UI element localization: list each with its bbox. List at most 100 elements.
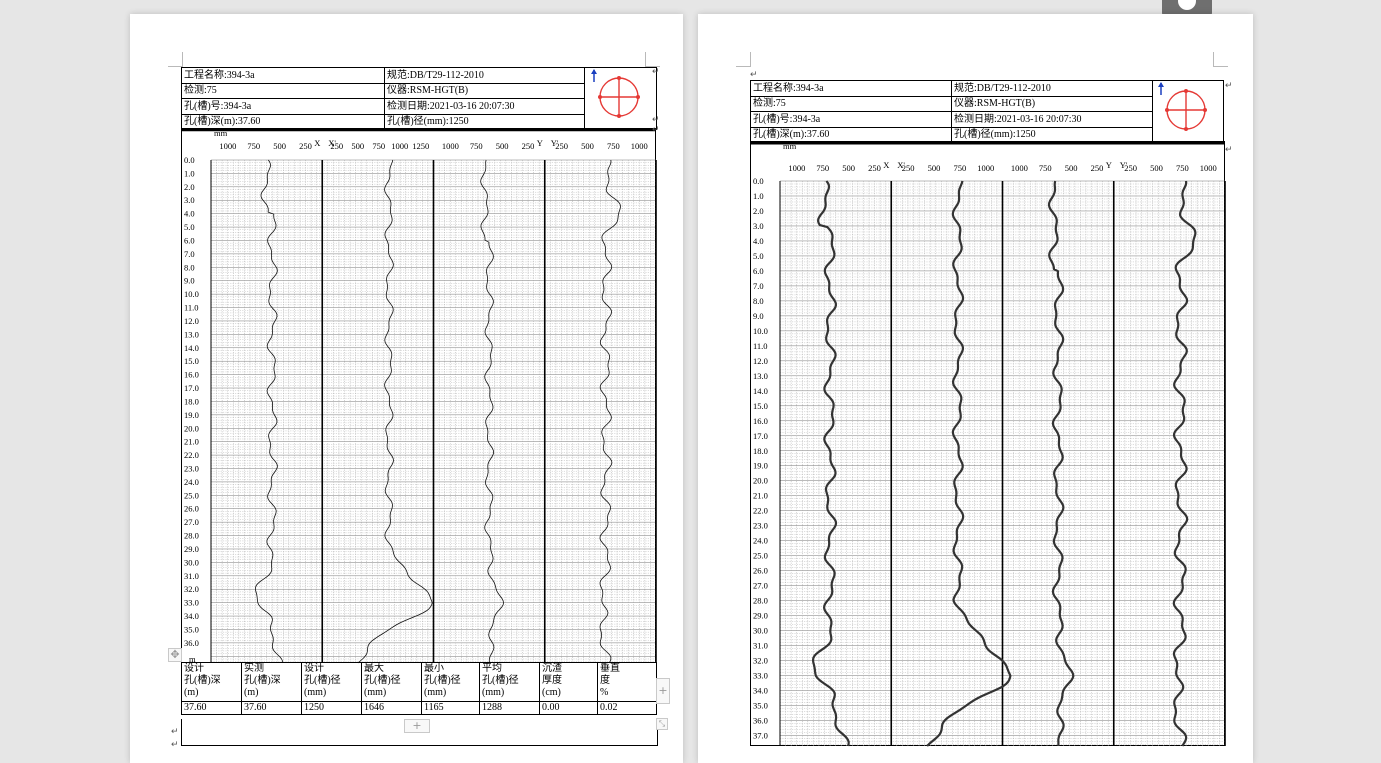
top-tick-label: 750 [607, 141, 620, 151]
top-tick-label: 750 [1039, 163, 1052, 173]
depth-label: 29.0 [184, 544, 199, 554]
compass-cell [584, 67, 657, 130]
top-tick-label: 500 [928, 163, 941, 173]
depth-label: 33.0 [184, 598, 199, 608]
depth-label: 30.0 [184, 557, 199, 567]
crop-mark [1213, 52, 1228, 67]
summary-header-3: 最大 孔(槽)径 (mm) [361, 662, 422, 702]
summary-header-line: (m) [184, 687, 199, 698]
compass-icon [1158, 82, 1207, 131]
depth-label: 12.0 [184, 316, 199, 326]
axis-letter-X: X [314, 138, 320, 148]
summary-header-line: % [600, 687, 609, 698]
depth-label: 2.0 [753, 206, 764, 216]
summary-header-line: 孔(槽)径 [482, 675, 519, 686]
depth-label: 19.0 [753, 461, 768, 471]
top-tick-label: 250 [1091, 163, 1104, 173]
depth-label: 23.0 [753, 521, 768, 531]
summary-value-4: 1165 [421, 701, 480, 715]
depth-label: 35.0 [184, 624, 199, 634]
wall-trace-3 [599, 159, 621, 664]
depth-label: 24.0 [184, 477, 199, 487]
paragraph-mark: ↵ [171, 726, 179, 736]
depth-label: 5.0 [184, 222, 195, 232]
depth-label: 7.0 [753, 281, 764, 291]
depth-label: 18.0 [753, 446, 768, 456]
resize-table-handle[interactable]: ⤡ [656, 718, 668, 730]
top-tick-label: 500 [1065, 163, 1078, 173]
plot-frame [181, 128, 656, 663]
depth-label: 0.0 [753, 176, 764, 186]
depth-label: 28.0 [184, 531, 199, 541]
summary-header-5: 平均 孔(槽)径 (mm) [479, 662, 540, 702]
depth-label: 8.0 [184, 262, 195, 272]
standard: 规范:DB/T29-112-2010 [384, 67, 585, 84]
unit-label: mm [214, 128, 228, 138]
top-tick-label: 1000 [391, 141, 408, 151]
summary-header-line: (mm) [364, 687, 387, 698]
top-tick-label: 1250 [412, 141, 429, 151]
depth-label: 13.0 [753, 371, 768, 381]
paragraph-mark: ↵ [652, 124, 660, 134]
depth-label: 26.0 [184, 504, 199, 514]
depth-label: 10.0 [753, 326, 768, 336]
depth-label: 9.0 [184, 276, 195, 286]
axis-letter-Y: Y [1106, 160, 1112, 170]
depth-label: 27.0 [753, 581, 768, 591]
depth-label: 34.0 [184, 611, 199, 621]
summary-table: 设计 孔(槽)深 (m) 实测 孔(槽)深 (m) 设计 孔(槽)径 (mm) 最大 孔(槽)径 (m… [181, 662, 657, 715]
depth-label: 21.0 [753, 491, 768, 501]
summary-header-4: 最小 孔(槽)径 (mm) [421, 662, 480, 702]
top-tick-label: 1000 [442, 141, 459, 151]
top-tick-label: 500 [842, 163, 855, 173]
summary-header-line: 实测 [244, 663, 264, 675]
document-page-1[interactable]: 工程名称:394-3a 规范:DB/T29-112-2010 检测:75 仪器:… [130, 14, 683, 763]
depth-label: 14.0 [184, 343, 199, 353]
top-tick-label: 500 [1150, 163, 1163, 173]
document-page-2[interactable]: 工程名称:394-3a 规范:DB/T29-112-2010 检测:75 仪器:… [698, 14, 1253, 763]
summary-header-line: 设计 [304, 663, 324, 675]
add-column-button[interactable]: + [656, 678, 670, 704]
depth-label: 8.0 [753, 296, 764, 306]
top-tick-label: 750 [1176, 163, 1189, 173]
depth-label: 7.0 [184, 249, 195, 259]
top-tick-label: 1000 [1011, 163, 1028, 173]
summary-value-6: 0.00 [539, 701, 598, 715]
project-name: 工程名称:394-3a [181, 67, 385, 84]
wall-trace-1 [357, 159, 433, 664]
depth-label: 30.0 [753, 626, 768, 636]
paragraph-mark: ↵ [1225, 144, 1233, 154]
instrument: 仪器:RSM-HGT(B) [951, 95, 1153, 112]
paragraph-mark: ↵ [652, 66, 660, 76]
wall-trace-0 [811, 180, 850, 747]
top-tick-label: 500 [496, 141, 509, 151]
move-table-handle[interactable]: ✥ [168, 648, 182, 662]
summary-header-line: 垂直 [600, 663, 620, 675]
summary-header-line: 孔(槽)深 [244, 675, 281, 686]
depth-label: 4.0 [184, 209, 195, 219]
summary-value-2: 1250 [301, 701, 362, 715]
depth-label: 25.0 [753, 551, 768, 561]
depth-label: 28.0 [753, 596, 768, 606]
axis-letter-X': X' [897, 160, 905, 170]
depth-label: 14.0 [753, 386, 768, 396]
depth-label: 17.0 [753, 431, 768, 441]
depth-label: 6.0 [184, 235, 195, 245]
depth-label: 31.0 [753, 641, 768, 651]
detection: 检测:75 [181, 82, 385, 99]
top-tick-label: 500 [351, 141, 364, 151]
summary-value-5: 1288 [479, 701, 540, 715]
depth-label: 31.0 [184, 571, 199, 581]
paragraph-mark: ↵ [750, 69, 758, 79]
test-date: 检测日期:2021-03-16 20:07:30 [384, 98, 585, 115]
wall-trace-3 [1172, 180, 1197, 747]
depth-label: 24.0 [753, 536, 768, 546]
paragraph-mark: ↵ [1225, 80, 1233, 90]
wall-trace-0 [255, 159, 284, 664]
header-table: 工程名称:394-3a 规范:DB/T29-112-2010 检测:75 仪器:… [181, 67, 657, 130]
caliper-plot-page2: 0.0 1.0 2.0 3.0 4.0 5.0 6.0 7.0 8.0 9.0 10.0 11.0 12… [750, 141, 1226, 747]
add-row-button[interactable]: + [404, 719, 430, 733]
axis-letter-X': X' [328, 138, 336, 148]
unit-label: mm [783, 141, 797, 151]
depth-label: 4.0 [753, 236, 764, 246]
